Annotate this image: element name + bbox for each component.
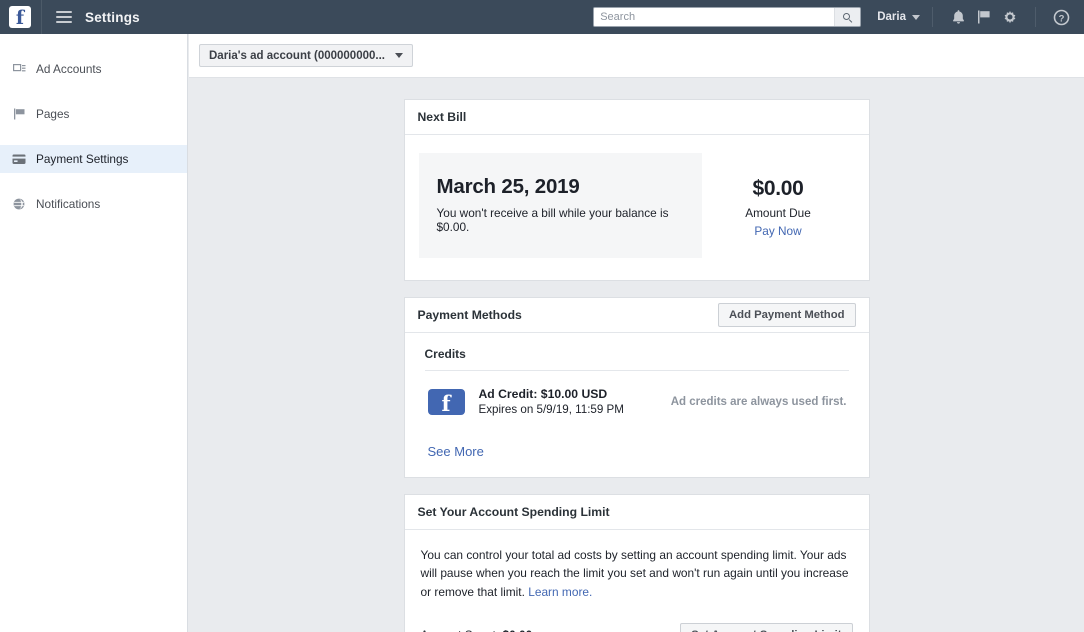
sidebar-item-label: Notifications bbox=[36, 197, 101, 211]
amount-due-label: Amount Due bbox=[745, 206, 811, 220]
top-navigation-bar: f Settings Daria ? bbox=[0, 0, 1084, 34]
add-payment-method-button[interactable]: Add Payment Method bbox=[718, 303, 856, 327]
spending-limit-header: Set Your Account Spending Limit bbox=[404, 495, 869, 530]
search-input[interactable] bbox=[594, 8, 835, 26]
sidebar-item-label: Payment Settings bbox=[36, 152, 129, 166]
facebook-credit-letter: f bbox=[441, 390, 451, 416]
next-bill-card: Next Bill March 25, 2019 You won't recei… bbox=[403, 99, 870, 281]
credit-expiry: Expires on 5/9/19, 11:59 PM bbox=[478, 403, 624, 416]
facebook-logo-letter: f bbox=[15, 7, 25, 29]
chevron-down-icon bbox=[912, 14, 920, 20]
sidebar-item-ad-accounts[interactable]: Ad Accounts bbox=[0, 55, 187, 83]
subheader: Daria's ad account (000000000... bbox=[189, 34, 1084, 78]
user-menu[interactable]: Daria bbox=[877, 11, 920, 23]
sidebar-gap-3 bbox=[0, 173, 187, 190]
set-account-spending-limit-button[interactable]: Set Account Spending Limit bbox=[680, 623, 853, 632]
spending-limit-title: Set Your Account Spending Limit bbox=[417, 505, 610, 519]
help-icon[interactable]: ? bbox=[1048, 4, 1074, 30]
sidebar-top-spacer bbox=[0, 38, 187, 55]
next-bill-title: Next Bill bbox=[417, 110, 467, 124]
credit-list-item: f Ad Credit: $10.00 USD Expires on 5/9/1… bbox=[425, 371, 849, 422]
search-submit-button[interactable] bbox=[834, 8, 861, 26]
gear-icon[interactable] bbox=[997, 4, 1023, 30]
sidebar-item-notifications[interactable]: Notifications bbox=[0, 190, 187, 218]
facebook-logo-icon[interactable]: f bbox=[9, 6, 31, 28]
sidebar-item-label: Pages bbox=[36, 107, 70, 121]
menu-hamburger-icon[interactable] bbox=[56, 11, 72, 23]
payment-methods-title: Payment Methods bbox=[417, 308, 522, 322]
main-content: Next Bill March 25, 2019 You won't recei… bbox=[189, 78, 1084, 632]
next-bill-body: March 25, 2019 You won't receive a bill … bbox=[405, 135, 869, 280]
app-title: Settings bbox=[85, 9, 140, 25]
amount-due-panel: $0.00 Amount Due Pay Now bbox=[702, 153, 855, 258]
pay-now-link[interactable]: Pay Now bbox=[754, 224, 801, 238]
flag-icon bbox=[10, 107, 28, 121]
spending-limit-description: You can control your total ad costs by s… bbox=[420, 548, 849, 599]
topbar-right-section: Daria ? bbox=[593, 0, 1084, 34]
facebook-credit-icon: f bbox=[427, 388, 465, 416]
svg-text:?: ? bbox=[1058, 13, 1064, 24]
spending-limit-footer: Amount Spent: $0.00 Set Account Spending… bbox=[421, 623, 853, 632]
credit-card-icon bbox=[10, 152, 28, 166]
amount-spent-value: $0.00 bbox=[502, 628, 532, 632]
search-icon bbox=[843, 12, 853, 23]
sidebar-item-payment-settings[interactable]: Payment Settings bbox=[0, 145, 187, 173]
user-name-label: Daria bbox=[877, 11, 906, 23]
spending-limit-body: You can control your total ad costs by s… bbox=[405, 530, 869, 632]
bell-icon[interactable] bbox=[945, 4, 971, 30]
search-box[interactable] bbox=[593, 7, 862, 27]
credits-section-title: Credits bbox=[424, 347, 466, 361]
ad-accounts-icon bbox=[10, 62, 28, 76]
credit-details: Ad Credit: $10.00 USD Expires on 5/9/19,… bbox=[479, 387, 624, 416]
sidebar: Ad Accounts Pages Payment Settings Notif… bbox=[0, 34, 188, 632]
spending-limit-description-wrap: You can control your total ad costs by s… bbox=[421, 546, 853, 601]
sidebar-gap-2 bbox=[0, 128, 187, 145]
next-bill-date-panel: March 25, 2019 You won't receive a bill … bbox=[418, 153, 702, 258]
sidebar-item-label: Ad Accounts bbox=[36, 62, 102, 76]
payment-methods-body: Credits f Ad Credit: $10.00 USD Expires … bbox=[405, 333, 869, 477]
payment-methods-header: Payment Methods Add Payment Method bbox=[404, 298, 869, 333]
amount-due-value: $0.00 bbox=[752, 177, 804, 200]
globe-icon bbox=[10, 197, 28, 211]
topbar-divider bbox=[41, 0, 42, 34]
credit-title: Ad Credit: $10.00 USD bbox=[478, 387, 608, 401]
sidebar-item-pages[interactable]: Pages bbox=[0, 100, 187, 128]
amount-spent: Amount Spent: $0.00 bbox=[421, 628, 533, 632]
credit-usage-note: Ad credits are always used first. bbox=[670, 395, 847, 408]
next-bill-date: March 25, 2019 bbox=[436, 175, 580, 198]
content-column: Next Bill March 25, 2019 You won't recei… bbox=[403, 99, 870, 632]
spending-limit-card: Set Your Account Spending Limit You can … bbox=[403, 494, 870, 632]
amount-spent-label: Amount Spent: bbox=[421, 628, 500, 632]
see-more-link[interactable]: See More bbox=[428, 444, 484, 459]
flag-icon[interactable] bbox=[971, 4, 997, 30]
topbar-divider-2 bbox=[932, 7, 933, 27]
next-bill-note: You won't receive a bill while your bala… bbox=[436, 206, 669, 234]
payment-methods-card: Payment Methods Add Payment Method Credi… bbox=[403, 297, 870, 478]
chevron-down-icon bbox=[394, 53, 403, 58]
sidebar-gap-1 bbox=[0, 83, 187, 100]
next-bill-header: Next Bill bbox=[404, 100, 869, 135]
ad-account-selector[interactable]: Daria's ad account (000000000... bbox=[199, 44, 413, 67]
ad-account-selector-label: Daria's ad account (000000000... bbox=[209, 49, 385, 62]
learn-more-link[interactable]: Learn more. bbox=[528, 585, 592, 599]
topbar-divider-3 bbox=[1035, 7, 1036, 27]
